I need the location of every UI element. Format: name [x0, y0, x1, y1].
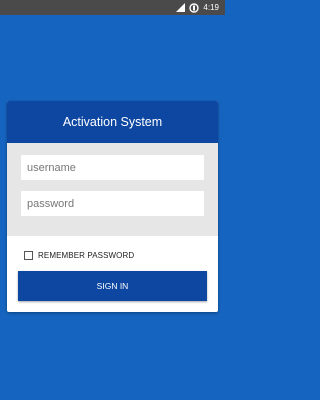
password-input[interactable] [21, 191, 204, 216]
card-header: Activation System [7, 101, 218, 143]
remember-password-checkbox[interactable] [24, 251, 33, 260]
status-time: 4:19 [203, 3, 219, 12]
login-card: Activation System REMEMBER PASSWORD SIGN… [7, 101, 218, 312]
battery-icon [189, 2, 200, 13]
remember-password-row[interactable]: REMEMBER PASSWORD [24, 251, 134, 260]
credentials-fields [7, 143, 218, 236]
signal-icon [176, 3, 186, 12]
app-title: Activation System [62, 115, 163, 129]
remember-password-label: REMEMBER PASSWORD [38, 251, 135, 260]
status-bar: 4:19 [0, 0, 225, 15]
status-icons: 4:19 [176, 2, 219, 13]
username-input[interactable] [21, 155, 204, 180]
sign-in-button[interactable]: SIGN IN [18, 271, 207, 301]
